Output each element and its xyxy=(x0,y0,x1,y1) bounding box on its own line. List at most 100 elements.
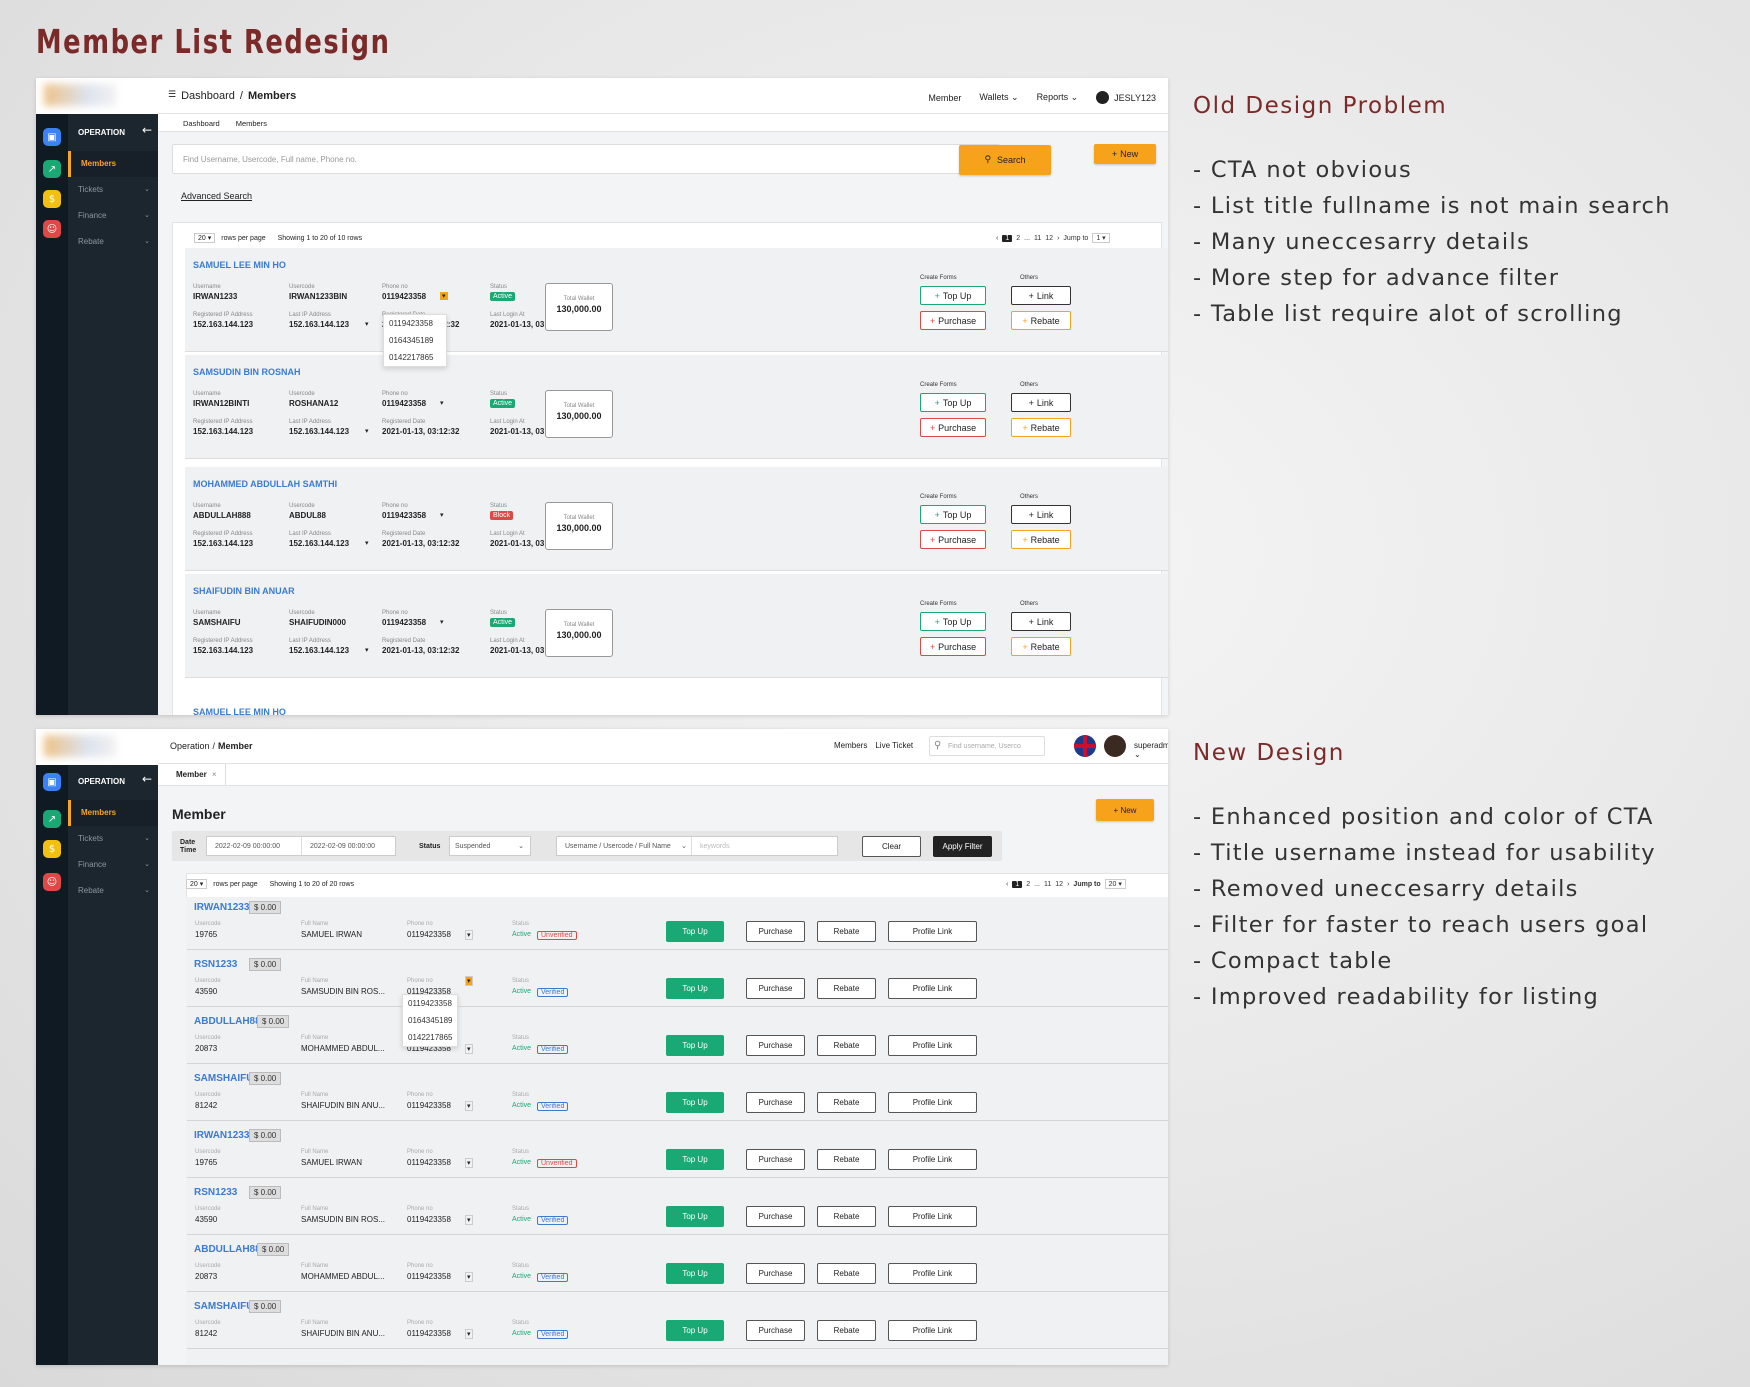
member-username[interactable]: ABDULLAH888 xyxy=(194,1016,266,1027)
sidebar-item-finance[interactable]: Finance ⌄ xyxy=(68,203,158,229)
page-12[interactable]: 12 xyxy=(1045,235,1053,242)
purchase-button[interactable]: Purchase xyxy=(746,921,805,942)
top-up-button[interactable]: + Top Up xyxy=(920,505,986,524)
profile-link-button[interactable]: Profile Link xyxy=(888,921,977,942)
rebate-button[interactable]: Rebate xyxy=(817,1035,876,1056)
jump-select[interactable]: 1 ▾ xyxy=(1092,233,1110,243)
member-name[interactable]: MOHAMMED ABDULLAH SAMTHI xyxy=(193,479,337,489)
sidebar-item-tickets[interactable]: Tickets ⌄ xyxy=(68,826,158,852)
phone-option[interactable]: 0119423358 xyxy=(384,315,446,332)
prev-page-icon[interactable]: ‹ xyxy=(1006,881,1008,888)
top-up-button[interactable]: + Top Up xyxy=(920,393,986,412)
profile-link-button[interactable]: Profile Link xyxy=(888,1092,977,1113)
page-1[interactable]: 1 xyxy=(1002,234,1013,242)
page-2[interactable]: 2 xyxy=(1026,881,1030,888)
top-search-input[interactable]: ⚲ Find username, Userco xyxy=(929,736,1045,756)
phone-dropdown-toggle[interactable]: ▾ xyxy=(440,618,444,626)
purchase-button[interactable]: Purchase xyxy=(746,978,805,999)
purchase-button[interactable]: + Purchase xyxy=(920,311,986,330)
ip-dropdown-toggle[interactable]: ▾ xyxy=(365,427,369,435)
top-up-button[interactable]: Top Up xyxy=(666,1092,724,1113)
date-from[interactable]: 2022-02-09 00:00:00 xyxy=(207,837,302,855)
rebate-button[interactable]: + Rebate xyxy=(1011,637,1071,656)
user-menu[interactable]: JESLY123 xyxy=(1096,91,1156,104)
purchase-button[interactable]: Purchase xyxy=(746,1320,805,1341)
date-to[interactable]: 2022-02-09 00:00:00 xyxy=(302,837,383,855)
breadcrumb-root[interactable]: Operation xyxy=(170,741,210,751)
new-button[interactable]: + New xyxy=(1094,144,1156,164)
member-name[interactable]: SHAIFUDIN BIN ANUAR xyxy=(193,586,295,596)
page-12[interactable]: 12 xyxy=(1055,881,1063,888)
member-name-partial[interactable]: SAMUEL LEE MIN HO xyxy=(193,707,286,715)
purchase-button[interactable]: + Purchase xyxy=(920,637,986,656)
phone-option[interactable]: 0164345189 xyxy=(384,332,446,349)
rebate-button[interactable]: Rebate xyxy=(817,978,876,999)
nav-reports[interactable]: Reports ⌄ xyxy=(1037,92,1079,103)
phone-dropdown-toggle[interactable]: ▾ xyxy=(465,976,473,986)
phone-dropdown-toggle[interactable]: ▾ xyxy=(465,1272,473,1282)
phone-option[interactable]: 0142217865 xyxy=(403,1029,457,1046)
rebate-button[interactable]: Rebate xyxy=(817,1149,876,1170)
coin-icon[interactable]: $ xyxy=(43,190,61,208)
rebate-button[interactable]: Rebate xyxy=(817,921,876,942)
top-up-button[interactable]: Top Up xyxy=(666,978,724,999)
member-username[interactable]: RSN1233 xyxy=(194,959,237,970)
date-range-input[interactable]: 2022-02-09 00:00:00 2022-02-09 00:00:00 xyxy=(206,836,396,856)
phone-dropdown-toggle[interactable]: ▾ xyxy=(440,511,444,519)
sidebar-item-rebate[interactable]: Rebate ⌄ xyxy=(68,229,158,255)
top-up-button[interactable]: Top Up xyxy=(666,1206,724,1227)
chart-icon[interactable]: ↗ xyxy=(43,160,61,178)
phone-dropdown-toggle[interactable]: ▾ xyxy=(465,1158,473,1168)
tab-dashboard[interactable]: Dashboard xyxy=(183,119,220,131)
page-2[interactable]: 2 xyxy=(1016,235,1020,242)
nav-live-ticket[interactable]: Live Ticket xyxy=(875,741,913,750)
member-username[interactable]: RSN1233 xyxy=(194,1187,237,1198)
phone-dropdown-toggle[interactable]: ▾ xyxy=(465,1101,473,1111)
breadcrumb-root[interactable]: Dashboard xyxy=(181,90,235,102)
ip-dropdown-toggle[interactable]: ▾ xyxy=(365,320,369,328)
nav-member[interactable]: Member xyxy=(928,93,961,103)
dashboard-icon[interactable]: ▣ xyxy=(43,128,61,146)
nav-members[interactable]: Members xyxy=(834,741,867,750)
jump-select[interactable]: 20 ▾ xyxy=(1104,879,1126,889)
member-username[interactable]: SAMSHAIFU xyxy=(194,1301,253,1312)
new-button[interactable]: + New xyxy=(1096,799,1154,821)
search-button[interactable]: ⚲ Search xyxy=(959,145,1051,175)
link-button[interactable]: + Link xyxy=(1011,612,1071,631)
member-name[interactable]: SAMSUDIN BIN ROSNAH xyxy=(193,367,301,377)
sidebar-item-tickets[interactable]: Tickets ⌄ xyxy=(68,177,158,203)
purchase-button[interactable]: + Purchase xyxy=(920,530,986,549)
top-up-button[interactable]: Top Up xyxy=(666,921,724,942)
top-up-button[interactable]: Top Up xyxy=(666,1263,724,1284)
rebate-button[interactable]: + Rebate xyxy=(1011,311,1071,330)
phone-option[interactable]: 0164345189 xyxy=(403,1012,457,1029)
ip-dropdown-toggle[interactable]: ▾ xyxy=(365,646,369,654)
nav-wallets[interactable]: Wallets ⌄ xyxy=(979,92,1018,103)
phone-dropdown-toggle[interactable]: ▾ xyxy=(440,292,448,300)
sidebar-item-finance[interactable]: Finance ⌄ xyxy=(68,852,158,878)
collapse-arrow-icon[interactable]: ← xyxy=(142,772,152,786)
link-button[interactable]: + Link xyxy=(1011,505,1071,524)
clear-button[interactable]: Clear xyxy=(862,836,921,857)
top-up-button[interactable]: Top Up xyxy=(666,1320,724,1341)
profile-link-button[interactable]: Profile Link xyxy=(888,1206,977,1227)
top-up-button[interactable]: Top Up xyxy=(666,1149,724,1170)
member-username[interactable]: IRWAN1233 xyxy=(194,902,249,913)
users-icon[interactable]: ☺ xyxy=(43,220,61,238)
chart-icon[interactable]: ↗ xyxy=(43,810,61,828)
tab-member[interactable]: Member × xyxy=(168,764,226,786)
rows-per-page-select[interactable]: 20 ▾ xyxy=(194,233,216,243)
keywords-input[interactable]: keywords xyxy=(692,837,738,855)
purchase-button[interactable]: Purchase xyxy=(746,1206,805,1227)
page-11[interactable]: 11 xyxy=(1044,881,1051,888)
profile-link-button[interactable]: Profile Link xyxy=(888,1149,977,1170)
next-page-icon[interactable]: › xyxy=(1067,881,1069,888)
tab-members[interactable]: Members xyxy=(236,119,267,131)
coin-icon[interactable]: $ xyxy=(43,840,61,858)
status-select[interactable]: Suspended ⌄ xyxy=(449,836,531,856)
users-icon[interactable]: ☺ xyxy=(43,873,61,891)
menu-icon[interactable]: ☰ xyxy=(168,90,176,102)
close-icon[interactable]: × xyxy=(212,770,217,779)
top-up-button[interactable]: + Top Up xyxy=(920,286,986,305)
rebate-button[interactable]: Rebate xyxy=(817,1092,876,1113)
